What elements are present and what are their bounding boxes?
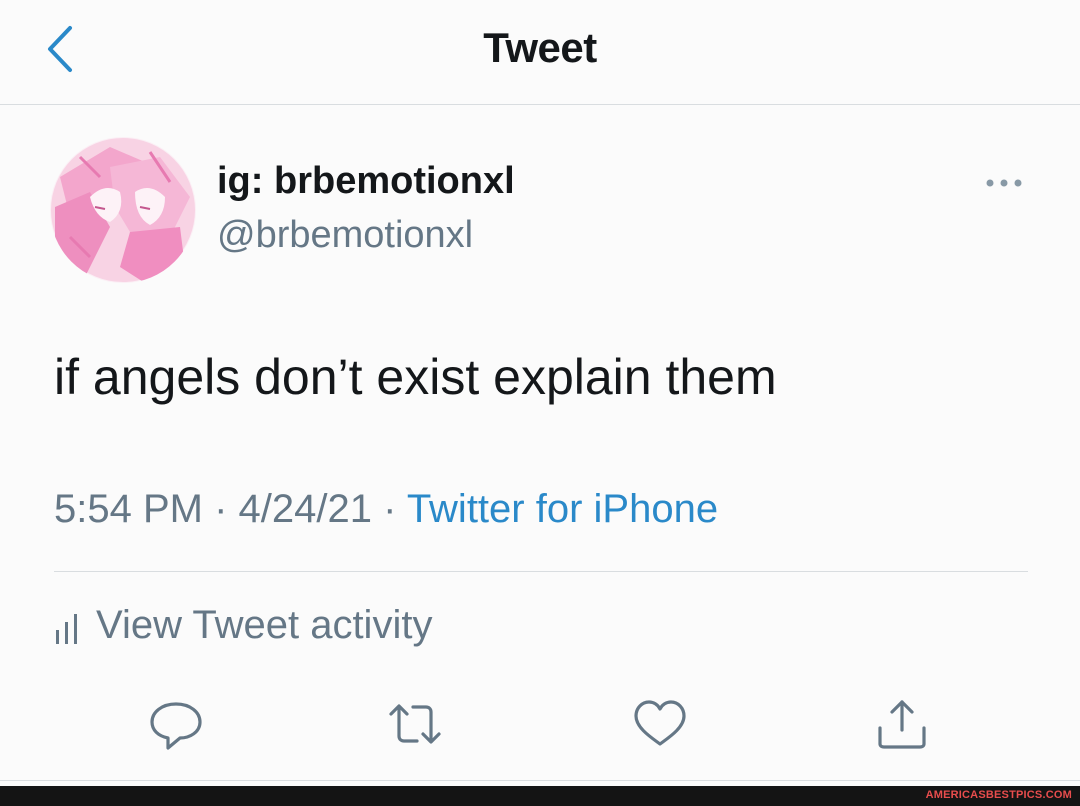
meta-separator: · xyxy=(202,487,239,531)
watermark: AMERICASBESTPICS.COM xyxy=(925,789,1072,801)
tweet-source-link[interactable]: Twitter for iPhone xyxy=(407,487,718,531)
bar-chart-icon xyxy=(56,614,77,644)
page-title: Tweet xyxy=(483,24,597,71)
tweet-text: if angels don’t exist explain them xyxy=(54,349,777,405)
user-handle[interactable]: @brbemotionxl xyxy=(217,214,473,257)
avatar-image xyxy=(50,137,196,283)
meta-separator: · xyxy=(371,487,407,531)
divider xyxy=(0,780,1080,781)
more-options-button[interactable] xyxy=(982,172,1026,194)
footer-bar: AMERICASBESTPICS.COM xyxy=(0,786,1080,806)
display-name[interactable]: ig: brbemotionxl xyxy=(217,160,515,203)
reply-button[interactable] xyxy=(146,698,206,750)
heart-icon xyxy=(634,700,686,746)
reply-icon xyxy=(150,702,202,750)
tweet-actions-bar xyxy=(0,698,1080,758)
tweet-date: 4/24/21 xyxy=(238,487,372,531)
like-button[interactable] xyxy=(630,698,690,750)
retweet-icon xyxy=(389,704,441,744)
activity-label: View Tweet activity xyxy=(96,603,433,647)
divider xyxy=(54,571,1028,572)
share-icon xyxy=(878,700,926,749)
top-bar: Tweet xyxy=(0,0,1080,105)
retweet-button[interactable] xyxy=(385,698,445,750)
tweet-time: 5:54 PM xyxy=(54,487,203,531)
tweet-metadata: 5:54 PM · 4/24/21 · Twitter for iPhone xyxy=(54,487,718,532)
more-horizontal-icon xyxy=(986,179,1022,187)
share-button[interactable] xyxy=(872,698,932,750)
view-tweet-activity-button[interactable]: View Tweet activity xyxy=(54,603,432,653)
avatar[interactable] xyxy=(50,137,196,283)
